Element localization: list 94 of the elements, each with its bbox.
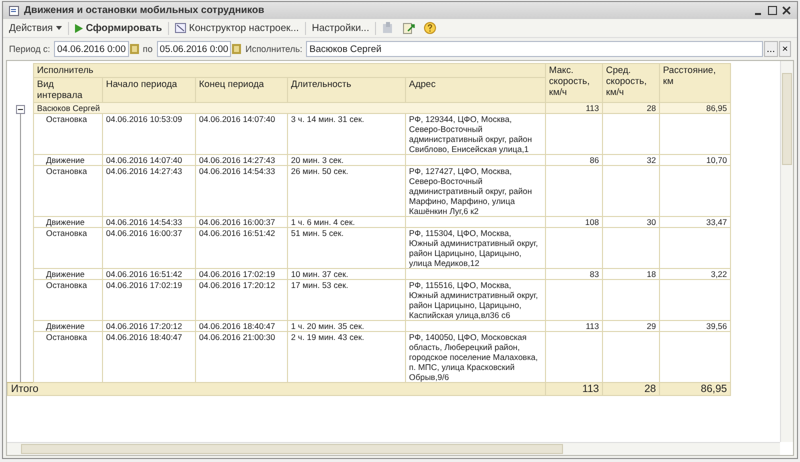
column-header: Макс. скорость, км/ч: [546, 64, 603, 102]
table-cell: 04.06.2016 16:51:42: [106, 270, 182, 278]
close-icon[interactable]: [782, 6, 791, 15]
export-icon[interactable]: [403, 22, 416, 34]
table-cell: 04.06.2016 17:20:12: [199, 280, 276, 290]
maximize-icon[interactable]: [768, 6, 777, 15]
document-icon: [9, 6, 19, 16]
column-header: Вид интервала: [34, 78, 102, 102]
address-cell: РФ, 129344, ЦФО, Москва, Северо-Восточный административный округ, район Свиблово, Енисейская улица,1: [409, 114, 532, 154]
table-cell: 1 ч. 20 мин. 35 сек.: [291, 322, 364, 330]
table-cell: Движение: [46, 218, 85, 226]
table-cell: Движение: [46, 322, 85, 330]
window-title: Движения и остановки мобильных сотрудников: [24, 5, 264, 16]
table-cell: 1 ч. 6 мин. 4 сек.: [291, 218, 355, 226]
table-cell: 04.06.2016 18:40:47: [199, 322, 276, 330]
settings-designer-button[interactable]: Конструктор настроек...: [172, 22, 302, 34]
table-cell: 04.06.2016 14:54:33: [199, 166, 276, 176]
table-cell: 33,47: [706, 218, 728, 226]
table-cell: 04.06.2016 14:07:40: [199, 114, 276, 124]
column-header: Конец периода: [196, 78, 288, 102]
calendar-icon[interactable]: [232, 44, 242, 54]
horizontal-scrollbar[interactable]: [7, 442, 780, 455]
vertical-scrollbar[interactable]: [780, 61, 793, 442]
table-cell: 86,95: [660, 102, 731, 114]
table-cell: 3,22: [710, 270, 728, 278]
table-cell: 83: [590, 270, 600, 278]
address-cell: РФ, 140050, ЦФО, Московская область, Люберецкий район, городское поселение Малаховка, п. МПС, улица Красковский Обрыв,9/6: [409, 332, 538, 382]
table-cell: 04.06.2016 17:02:19: [199, 270, 276, 278]
table-cell: 113: [586, 322, 600, 330]
generate-button[interactable]: Сформировать: [72, 22, 166, 34]
table-cell: 18: [646, 270, 656, 278]
table-cell: 17 мин. 53 сек.: [291, 280, 348, 290]
address-cell: РФ, 115516, ЦФО, Москва, Южный административный округ, район Царицыно, Царицыно, Каспийская улица,вл36 с6: [409, 280, 538, 320]
total-cell: 28: [602, 382, 660, 396]
table-cell: 04.06.2016 16:51:42: [199, 228, 276, 238]
column-header: Сред. скорость, км/ч: [602, 64, 660, 102]
table-cell: 04.06.2016 16:00:37: [199, 218, 276, 226]
period-from-field[interactable]: 04.06.2016 0:00: [54, 41, 129, 57]
play-icon: [74, 24, 83, 32]
table-cell: 20 мин. 3 сек.: [291, 156, 344, 164]
table-cell: Движение: [46, 156, 85, 164]
table-cell: 26 мин. 50 сек.: [291, 166, 348, 176]
table-cell: 04.06.2016 16:00:37: [106, 228, 182, 238]
choose-button[interactable]: ...: [764, 41, 778, 57]
table-cell: 10 мин. 37 сек.: [291, 270, 348, 278]
table-cell: 2 ч. 19 мин. 43 сек.: [291, 332, 364, 342]
table-cell: 10,70: [706, 156, 728, 164]
group-cell: Васюков Сергей: [34, 102, 546, 114]
table-cell: 04.06.2016 14:07:40: [106, 156, 182, 164]
column-header: Расстояние, км: [660, 64, 731, 102]
table-cell: 04.06.2016 14:27:43: [199, 156, 276, 164]
help-icon[interactable]: [424, 22, 436, 34]
table-cell: 04.06.2016 17:20:12: [106, 322, 182, 330]
settings-button[interactable]: Настройки...: [308, 22, 372, 34]
caret-icon: [56, 26, 62, 30]
table-cell: 04.06.2016 14:27:43: [106, 166, 182, 176]
column-header: Начало периода: [102, 78, 196, 102]
designer-icon: [175, 23, 186, 33]
table-cell: Остановка: [46, 332, 87, 342]
table-cell: 108: [585, 218, 600, 226]
table-cell: Движение: [46, 270, 85, 278]
total-cell: 113: [546, 382, 603, 396]
calendar-icon[interactable]: [130, 44, 139, 54]
table-cell: Остановка: [46, 114, 87, 124]
period-label: Период с:: [9, 44, 50, 54]
table-cell: 86: [590, 156, 600, 164]
table-cell: Остановка: [46, 166, 87, 176]
column-header: Адрес: [406, 78, 546, 102]
table-cell: 04.06.2016 21:00:30: [199, 332, 276, 342]
total-cell: 86,95: [660, 382, 731, 396]
clear-button[interactable]: ×: [779, 41, 791, 57]
table-cell: 51 мин. 5 сек.: [291, 228, 344, 238]
table-cell: 29: [646, 322, 656, 330]
total-label: Итого: [8, 382, 546, 396]
column-header: Длительность: [288, 78, 406, 102]
table-cell: Остановка: [46, 280, 87, 290]
table-cell: 04.06.2016 14:54:33: [106, 218, 182, 226]
table-cell: 04.06.2016 17:02:19: [106, 280, 182, 290]
executor-label: Исполнитель:: [245, 44, 302, 54]
period-to-field[interactable]: 05.06.2016 0:00: [156, 41, 232, 57]
table-cell: 39,56: [706, 322, 728, 330]
table-cell: 30: [646, 218, 656, 226]
table-cell: 04.06.2016 10:53:09: [106, 114, 182, 124]
period-to-label: по: [142, 44, 153, 54]
table-cell: 32: [646, 156, 656, 164]
executor-field[interactable]: Васюков Сергей: [306, 41, 763, 57]
address-cell: РФ, 127427, ЦФО, Москва, Северо-Восточный административный округ, район Марфино, Марфино, улица Кашёнкин Луг,6 к2: [409, 166, 532, 216]
column-header: Исполнитель: [34, 64, 546, 78]
table-cell: 04.06.2016 18:40:47: [106, 332, 182, 342]
address-cell: РФ, 115304, ЦФО, Москва, Южный административный округ, район Царицыно, Царицыно, улица Медиков,12: [409, 228, 538, 268]
collapse-toggle[interactable]: [16, 104, 24, 114]
actions-menu-button[interactable]: Действия: [6, 22, 65, 34]
table-cell: 3 ч. 14 мин. 31 сек.: [291, 114, 364, 124]
table-cell: Остановка: [46, 228, 87, 238]
